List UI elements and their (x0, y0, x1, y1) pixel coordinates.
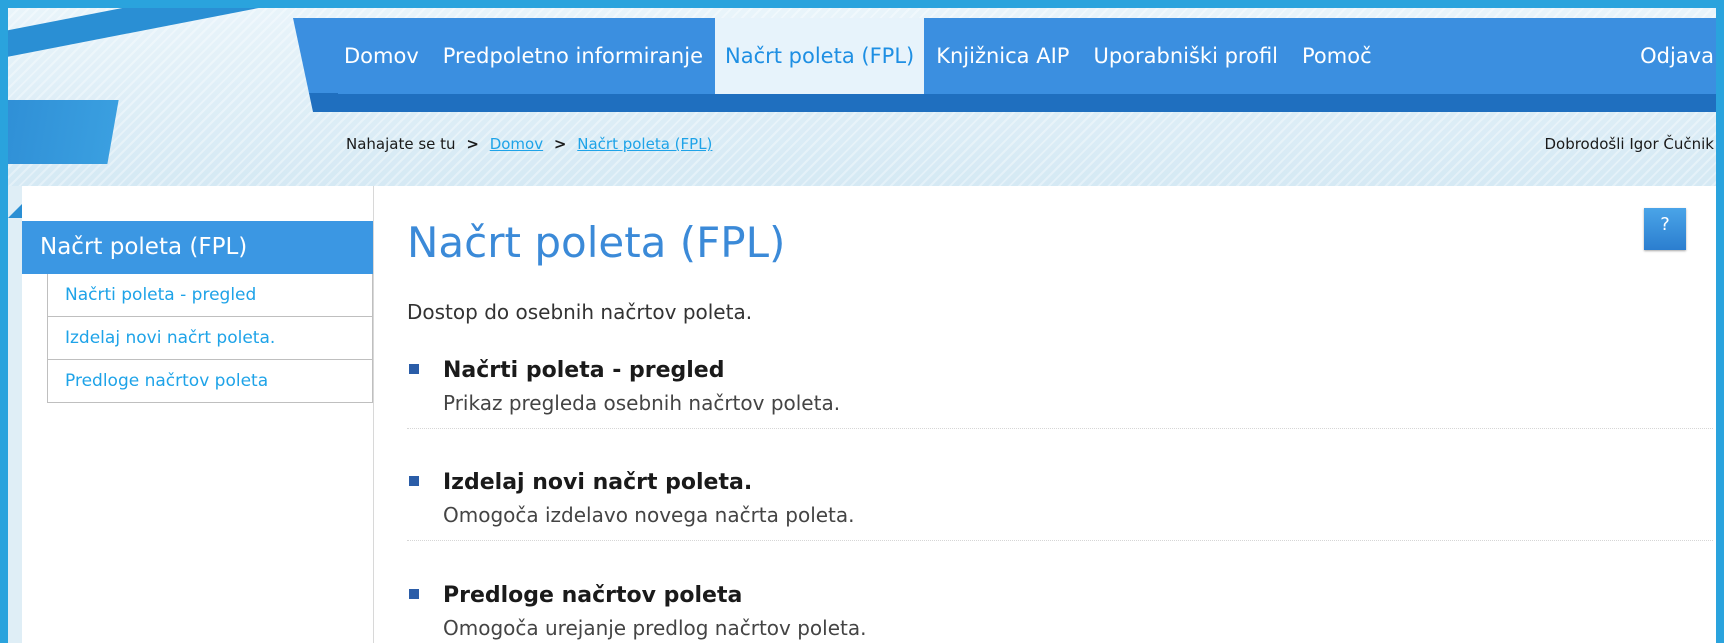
sidebar-item-nacrti-pregled[interactable]: Načrti poleta - pregled (48, 274, 372, 316)
app-frame: Domov Predpoletno informiranje Načrt pol… (8, 8, 1716, 643)
nav-item-knjiznica-aip[interactable]: Knjižnica AIP (924, 18, 1081, 94)
divider (407, 540, 1713, 541)
sidebar-list: Načrti poleta - pregled Izdelaj novi nač… (47, 274, 373, 403)
breadcrumb-prefix: Nahajate se tu (346, 135, 456, 153)
breadcrumb: Nahajate se tu > Domov > Načrt poleta (F… (346, 135, 712, 153)
page-intro: Dostop do osebnih načrtov poleta. (407, 300, 753, 324)
square-bullet-icon (409, 589, 419, 599)
divider (407, 428, 1713, 429)
nav-item-nacrt-poleta[interactable]: Načrt poleta (FPL) (715, 18, 925, 94)
header-decoration (8, 8, 327, 64)
nav-item-uporabniski-profil[interactable]: Uporabniški profil (1081, 18, 1290, 94)
header-banner: Domov Predpoletno informiranje Načrt pol… (8, 8, 1716, 186)
entry-title-izdelaj-nacrt[interactable]: Izdelaj novi načrt poleta. (443, 470, 752, 495)
nav-item-predpoletno-informiranje[interactable]: Predpoletno informiranje (431, 18, 715, 94)
breadcrumb-separator: > (553, 135, 567, 153)
breadcrumb-link-nacrt-poleta[interactable]: Načrt poleta (FPL) (577, 135, 712, 153)
entry-description: Omogoča urejanje predlog načrtov poleta. (443, 616, 867, 640)
sidebar-item-predloge[interactable]: Predloge načrtov poleta (48, 359, 372, 402)
help-button[interactable]: ? (1644, 208, 1686, 250)
nav-underbar (338, 94, 1716, 112)
logout-button[interactable]: Odjava (1628, 18, 1716, 94)
entry-description: Prikaz pregleda osebnih načrtov poleta. (443, 391, 841, 415)
nav-item-pomoc[interactable]: Pomoč (1290, 18, 1384, 94)
entry-title-predloge[interactable]: Predloge načrtov poleta (443, 583, 742, 608)
nav-decoration (293, 18, 343, 112)
nav-item-domov[interactable]: Domov (338, 18, 431, 94)
header-decoration (8, 100, 119, 164)
sidebar-item-izdelaj-nacrt[interactable]: Izdelaj novi načrt poleta. (48, 316, 372, 359)
sidebar-title: Načrt poleta (FPL) (22, 221, 373, 274)
breadcrumb-separator: > (466, 135, 479, 153)
square-bullet-icon (409, 476, 419, 486)
main-nav: Domov Predpoletno informiranje Načrt pol… (338, 18, 1716, 94)
main-panel: ? Načrt poleta (FPL) Dostop do osebnih n… (407, 186, 1716, 643)
content-area: Načrt poleta (FPL) Načrti poleta - pregl… (22, 186, 1716, 643)
entry-title-nacrti-pregled[interactable]: Načrti poleta - pregled (443, 358, 724, 383)
page-title: Načrt poleta (FPL) (407, 218, 786, 267)
content-corner-decoration (8, 204, 22, 218)
welcome-message: Dobrodošli Igor Čučnik (1544, 135, 1714, 153)
breadcrumb-link-domov[interactable]: Domov (490, 135, 543, 153)
square-bullet-icon (409, 364, 419, 374)
sidebar: Načrt poleta (FPL) Načrti poleta - pregl… (22, 186, 374, 643)
entry-description: Omogoča izdelavo novega načrta poleta. (443, 503, 855, 527)
